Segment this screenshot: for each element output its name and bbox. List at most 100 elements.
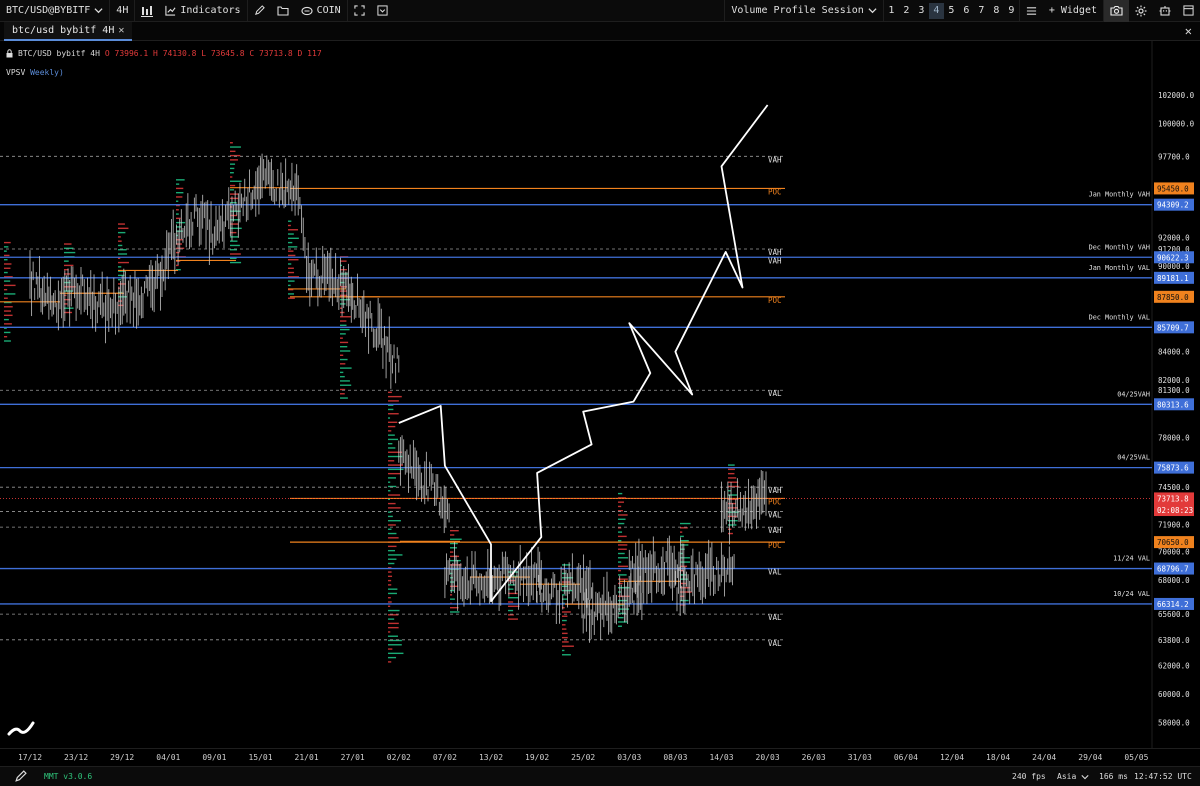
menu-dropdown-button[interactable] xyxy=(371,0,394,22)
volume-profile-bar xyxy=(4,288,8,291)
volume-profile-bar xyxy=(288,246,298,248)
coin-label: COIN xyxy=(316,5,341,16)
volume-profile-bar xyxy=(388,430,392,432)
volume-profile-bar xyxy=(618,557,629,559)
volume-profile-bar xyxy=(388,413,399,415)
volume-profile-bar xyxy=(388,472,401,475)
volume-profile-bar xyxy=(64,264,74,267)
timeframe-selector[interactable]: 4H xyxy=(110,0,134,22)
dropdown-box-icon xyxy=(377,5,388,16)
volume-profile-bar xyxy=(340,346,348,348)
volume-profile-bar xyxy=(388,584,392,586)
symbol-selector[interactable]: BTC/USD@BYBITF xyxy=(0,0,109,22)
app-version: MMT v3.0.6 xyxy=(44,772,93,781)
level-label: 04/25VAH xyxy=(1117,390,1150,398)
layout-button-7[interactable]: 7 xyxy=(974,0,989,22)
fullscreen-button[interactable] xyxy=(348,0,371,22)
volume-profile-bar xyxy=(618,501,624,503)
session-selector[interactable]: Volume Profile Session xyxy=(725,0,882,22)
time-tick-label: 29/04 xyxy=(1078,753,1103,762)
volume-profile-bar xyxy=(230,197,239,200)
price-chart[interactable]: Jan Monthly VAH Dec Monthly VAH Jan Monthl… xyxy=(0,41,1200,748)
layout-button-3[interactable]: 3 xyxy=(914,0,929,22)
volume-profile-bar xyxy=(618,561,622,563)
price-tick-label: 102000.0 xyxy=(1158,91,1195,100)
volume-profile-bar xyxy=(230,150,236,153)
chart-legend: BTC/USD bybitf 4H O 73996.1 H 74130.8 L … xyxy=(6,49,322,58)
volume-profile-bar xyxy=(4,280,11,282)
gear-icon xyxy=(1135,5,1147,16)
chart-type-button[interactable] xyxy=(135,0,159,22)
volume-profile-bar xyxy=(288,224,291,227)
layout-selector: 123456789 xyxy=(884,0,1019,22)
volume-profile-bar xyxy=(340,324,347,327)
profile-level-label: VAL xyxy=(768,389,782,398)
tab-btc-usd[interactable]: btc/usd bybitf 4H ✕ xyxy=(4,22,133,41)
drawing-tool-button[interactable] xyxy=(248,0,271,22)
list-button[interactable] xyxy=(1020,0,1043,22)
window-button[interactable] xyxy=(1177,0,1200,22)
layout-button-5[interactable]: 5 xyxy=(944,0,959,22)
volume-profile-bar xyxy=(4,284,16,287)
volume-profile-bar xyxy=(450,534,455,536)
indicator-param: Weekly) xyxy=(30,68,64,77)
volume-profile-bar xyxy=(230,236,239,238)
price-tick-label: 100000.0 xyxy=(1158,120,1195,129)
volume-profile-bar xyxy=(118,261,129,264)
price-level-tag-text: 94309.2 xyxy=(1157,201,1189,210)
volume-profile-bar xyxy=(450,547,458,549)
time-tick-label: 21/01 xyxy=(294,753,319,762)
volume-profile-bar xyxy=(340,260,347,262)
candles-icon xyxy=(141,5,154,17)
settings-button[interactable] xyxy=(1129,0,1153,22)
volume-profile-bar xyxy=(288,267,294,269)
volume-profile-bar xyxy=(288,250,294,252)
volume-profile-bar xyxy=(118,244,123,247)
volume-profile-bar xyxy=(680,531,683,533)
level-label: Dec Monthly VAL xyxy=(1089,313,1150,321)
close-pane-icon[interactable]: ✕ xyxy=(1185,24,1192,38)
volume-profile-bar xyxy=(728,464,735,466)
profile-level-label: VAH xyxy=(768,486,782,495)
layout-button-2[interactable]: 2 xyxy=(899,0,914,22)
folder-button[interactable] xyxy=(271,0,295,22)
volume-profile-bar xyxy=(388,507,401,509)
indicators-button[interactable]: Indicators xyxy=(159,0,246,22)
coin-button[interactable]: COIN xyxy=(295,0,347,22)
pencil-icon[interactable] xyxy=(14,770,27,783)
volume-profile-bar xyxy=(388,447,396,449)
lock-icon xyxy=(6,49,13,58)
volume-profile-bar xyxy=(388,417,391,419)
volume-profile-bar xyxy=(4,241,11,244)
volume-profile-bar xyxy=(388,652,404,655)
volume-profile-bar xyxy=(288,259,299,261)
volume-profile-bar xyxy=(340,337,343,339)
layout-button-9[interactable]: 9 xyxy=(1004,0,1019,22)
volume-profile-bar xyxy=(618,569,621,572)
layout-button-6[interactable]: 6 xyxy=(959,0,974,22)
add-widget-button[interactable]: + Widget xyxy=(1043,0,1103,22)
time-tick-label: 07/02 xyxy=(432,753,457,762)
volume-profile-bar xyxy=(388,425,396,428)
volume-profile-bar xyxy=(562,632,568,635)
volume-profile-bar xyxy=(450,538,462,540)
volume-profile-bar xyxy=(680,535,684,538)
volume-profile-bar xyxy=(288,220,292,222)
layout-button-8[interactable]: 8 xyxy=(989,0,1004,22)
volume-profile-bar xyxy=(508,605,520,607)
time-tick-label: 25/02 xyxy=(571,753,596,762)
volume-profile-bar xyxy=(176,183,180,185)
layout-button-4[interactable]: 4 xyxy=(928,2,944,19)
level-label: Jan Monthly VAL xyxy=(1089,264,1150,272)
screenshot-button[interactable] xyxy=(1104,0,1129,22)
level-label: Jan Monthly VAH xyxy=(1089,191,1150,199)
volume-profile-bar xyxy=(388,597,391,599)
layout-button-1[interactable]: 1 xyxy=(884,0,899,22)
close-tab-icon[interactable]: ✕ xyxy=(118,25,124,36)
volume-profile-bar xyxy=(388,549,396,552)
bot-button[interactable] xyxy=(1153,0,1177,22)
region-selector[interactable]: Asia xyxy=(1057,772,1089,781)
volume-profile-bar xyxy=(230,261,242,264)
volume-profile-bar xyxy=(230,231,237,234)
time-axis[interactable]: 17/12 23/12 29/12 04/01 09/01 15/01 21/01 27/01… xyxy=(0,748,1200,764)
